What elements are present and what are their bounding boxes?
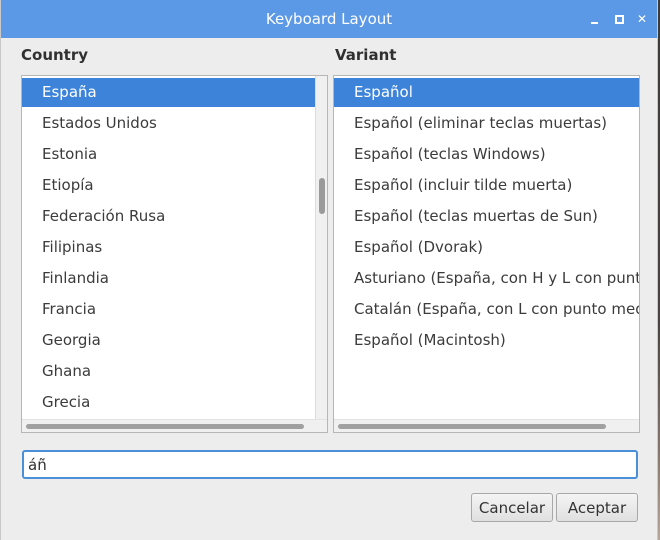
- list-item-label: Georgia: [42, 331, 101, 349]
- list-item[interactable]: Español (Dvorak): [334, 233, 639, 262]
- country-horizontal-scrollbar[interactable]: [22, 419, 327, 432]
- list-item-label: Español: [354, 83, 413, 101]
- list-item[interactable]: Español (eliminar teclas muertas): [334, 109, 639, 138]
- cancel-button[interactable]: Cancelar: [471, 493, 553, 522]
- variant-list[interactable]: Español Español (eliminar teclas muertas…: [333, 75, 640, 433]
- list-item[interactable]: Francia: [22, 295, 313, 324]
- variant-header: Variant: [335, 46, 397, 64]
- country-horizontal-scroll-thumb[interactable]: [26, 424, 304, 429]
- window-title: Keyboard Layout: [265, 10, 393, 28]
- list-item-label: Español (Macintosh): [354, 331, 506, 349]
- list-item-label: Español (teclas muertas de Sun): [354, 207, 598, 225]
- list-item[interactable]: Federación Rusa: [22, 202, 313, 231]
- list-item[interactable]: Finlandia: [22, 264, 313, 293]
- list-item[interactable]: Español (incluir tilde muerta): [334, 171, 639, 200]
- minimize-icon[interactable]: [588, 12, 602, 26]
- country-list[interactable]: España Estados Unidos Estonia Etiopía Fe…: [21, 75, 328, 433]
- country-header: Country: [21, 46, 89, 64]
- list-item[interactable]: Georgia: [22, 326, 313, 355]
- list-item-label: Estados Unidos: [42, 114, 157, 132]
- list-item-label: Asturiano (España, con H y L con punto b: [354, 269, 640, 287]
- maximize-icon[interactable]: [612, 12, 626, 26]
- list-item-label: Español (incluir tilde muerta): [354, 176, 573, 194]
- list-item[interactable]: Español (teclas Windows): [334, 140, 639, 169]
- list-item[interactable]: Estonia: [22, 140, 313, 169]
- list-item[interactable]: Ghana: [22, 357, 313, 386]
- list-item-label: Francia: [42, 300, 97, 318]
- list-item[interactable]: Filipinas: [22, 233, 313, 262]
- list-item[interactable]: Español: [334, 78, 639, 107]
- list-item-label: Federación Rusa: [42, 207, 166, 225]
- search-input[interactable]: [22, 450, 638, 479]
- list-item[interactable]: España: [22, 78, 327, 107]
- list-item[interactable]: Etiopía: [22, 171, 313, 200]
- list-item[interactable]: Estados Unidos: [22, 109, 313, 138]
- list-item-label: Finlandia: [42, 269, 109, 287]
- list-item-label: Español (teclas Windows): [354, 145, 546, 163]
- list-item-label: Etiopía: [42, 176, 94, 194]
- keyboard-layout-dialog: Keyboard Layout ✕ Country Variant España…: [0, 0, 658, 540]
- accept-button[interactable]: Aceptar: [556, 493, 638, 522]
- list-item-label: Estonia: [42, 145, 98, 163]
- list-item-label: Ghana: [42, 362, 92, 380]
- country-vertical-scroll-thumb[interactable]: [319, 178, 325, 214]
- variant-horizontal-scroll-thumb[interactable]: [338, 424, 606, 429]
- list-item-label: Filipinas: [42, 238, 103, 256]
- list-item-label: España: [42, 83, 97, 101]
- list-item-label: Español (Dvorak): [354, 238, 483, 256]
- list-item-label: Grecia: [42, 393, 91, 411]
- list-item-label: Catalán (España, con L con punto medio: [354, 300, 640, 318]
- list-item-label: Español (eliminar teclas muertas): [354, 114, 608, 132]
- list-item[interactable]: Español (Macintosh): [334, 326, 639, 355]
- list-item[interactable]: Grecia: [22, 388, 313, 417]
- list-item[interactable]: Asturiano (España, con H y L con punto b: [334, 264, 639, 293]
- country-vertical-scrollbar[interactable]: [315, 76, 327, 422]
- variant-horizontal-scrollbar[interactable]: [334, 419, 639, 432]
- title-bar[interactable]: Keyboard Layout ✕: [1, 0, 657, 38]
- list-item[interactable]: Catalán (España, con L con punto medio: [334, 295, 639, 324]
- list-item[interactable]: Español (teclas muertas de Sun): [334, 202, 639, 231]
- close-icon[interactable]: ✕: [635, 12, 649, 26]
